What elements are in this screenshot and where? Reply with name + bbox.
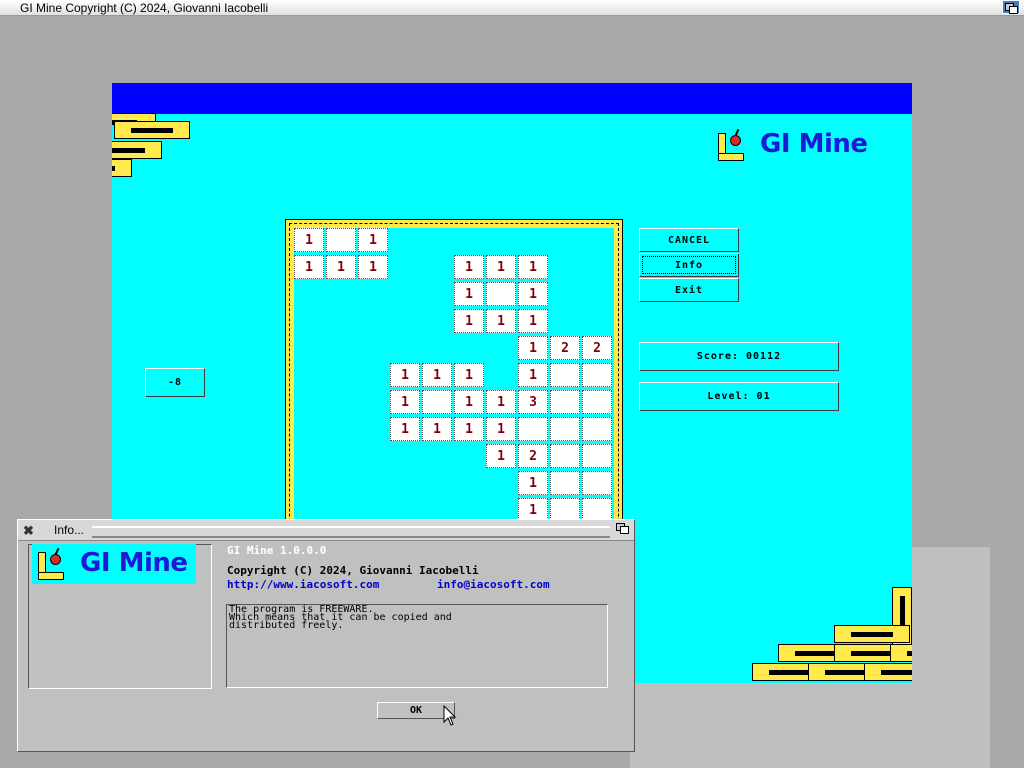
board-cell[interactable]: 1: [518, 363, 548, 387]
score-display: Score: 00112: [639, 342, 839, 371]
board-cell[interactable]: 1: [518, 309, 548, 333]
board-cell[interactable]: 1: [454, 255, 484, 279]
brick-decoration: [864, 663, 912, 681]
exit-button[interactable]: Exit: [639, 278, 739, 302]
mine-counter: -8: [145, 368, 205, 397]
bomb-logo-icon: [718, 127, 746, 161]
bomb-logo-icon: [38, 546, 66, 580]
board-cell[interactable]: 1: [454, 390, 484, 414]
email-link[interactable]: info@iacosoft.com: [437, 578, 550, 591]
info-dialog[interactable]: ✖ Info... GI Mine GI Mine 1.0.0.0 Copyri…: [17, 519, 635, 752]
brick-decoration: [112, 159, 132, 177]
game-logo-text: GI Mine: [760, 129, 868, 159]
screen-title: GI Mine Copyright (C) 2024, Giovanni Iac…: [20, 1, 269, 15]
board-cell[interactable]: 1: [358, 255, 388, 279]
license-text-area[interactable]: The program is FREEWARE. Which means tha…: [226, 604, 608, 688]
info-logo-text: GI Mine: [80, 548, 188, 578]
board-cell[interactable]: 1: [422, 417, 452, 441]
drag-bar[interactable]: [92, 526, 610, 538]
game-header-bar: [112, 83, 912, 114]
board-cell[interactable]: 1: [422, 363, 452, 387]
info-dialog-title: Info...: [54, 523, 85, 537]
board-cell[interactable]: 1: [486, 255, 516, 279]
board-cell[interactable]: [582, 390, 612, 414]
board-cell[interactable]: [582, 363, 612, 387]
board-cell[interactable]: 1: [486, 417, 516, 441]
board-cell[interactable]: 2: [582, 336, 612, 360]
board-cell[interactable]: 1: [454, 309, 484, 333]
board-cell[interactable]: 1: [518, 336, 548, 360]
board-cell[interactable]: [582, 471, 612, 495]
mine-counter-value: -8: [167, 377, 183, 388]
board-cell[interactable]: 1: [294, 255, 324, 279]
board-cell[interactable]: 1: [454, 282, 484, 306]
screen-title-bar[interactable]: GI Mine Copyright (C) 2024, Giovanni Iac…: [0, 0, 1024, 16]
board-cell[interactable]: [550, 417, 580, 441]
board-cell[interactable]: 1: [390, 390, 420, 414]
info-dialog-title-bar[interactable]: ✖ Info...: [18, 520, 634, 541]
board-cell[interactable]: 1: [358, 228, 388, 252]
board-cell[interactable]: 1: [486, 444, 516, 468]
close-icon[interactable]: ✖: [23, 523, 34, 539]
game-logo: GI Mine: [718, 127, 868, 161]
board-cell[interactable]: [582, 417, 612, 441]
board-cell[interactable]: 1: [518, 282, 548, 306]
board-cell[interactable]: 1: [454, 363, 484, 387]
brick-decoration: [112, 141, 162, 159]
info-button[interactable]: Info: [639, 253, 739, 277]
board-cell[interactable]: 1: [294, 228, 324, 252]
board-cell[interactable]: 3: [518, 390, 548, 414]
level-text: Level: 01: [707, 391, 771, 402]
score-text: Score: 00112: [696, 351, 782, 362]
board-cell[interactable]: 1: [518, 471, 548, 495]
board-cell[interactable]: 1: [518, 255, 548, 279]
website-link[interactable]: http://www.iacosoft.com: [227, 578, 379, 591]
board-cell[interactable]: 1: [390, 417, 420, 441]
board-cell[interactable]: 1: [486, 309, 516, 333]
board-cell[interactable]: 1: [486, 390, 516, 414]
board-cell[interactable]: [550, 363, 580, 387]
brick-decoration: [834, 625, 910, 643]
level-display: Level: 01: [639, 382, 839, 411]
board-cell[interactable]: 1: [326, 255, 356, 279]
cancel-button[interactable]: CANCEL: [639, 228, 739, 252]
screen-depth-icon[interactable]: [1002, 0, 1020, 14]
copyright-text: Copyright (C) 2024, Giovanni Iacobelli: [227, 564, 479, 577]
board-cell[interactable]: [518, 417, 548, 441]
board-cell[interactable]: [326, 228, 356, 252]
board-cell[interactable]: 2: [518, 444, 548, 468]
board-cell[interactable]: [550, 390, 580, 414]
info-logo: GI Mine: [32, 544, 196, 584]
board-cell[interactable]: [422, 390, 452, 414]
board-cell[interactable]: 1: [390, 363, 420, 387]
brick-decoration: [114, 121, 190, 139]
board-cell[interactable]: [582, 444, 612, 468]
board-cell[interactable]: 2: [550, 336, 580, 360]
board-cell[interactable]: 1: [454, 417, 484, 441]
brick-decoration: [890, 644, 912, 662]
board-cell[interactable]: [550, 444, 580, 468]
board-cell[interactable]: [550, 471, 580, 495]
depth-icon[interactable]: [616, 523, 630, 535]
board-cell[interactable]: [486, 282, 516, 306]
version-text: GI Mine 1.0.0.0: [227, 544, 327, 557]
